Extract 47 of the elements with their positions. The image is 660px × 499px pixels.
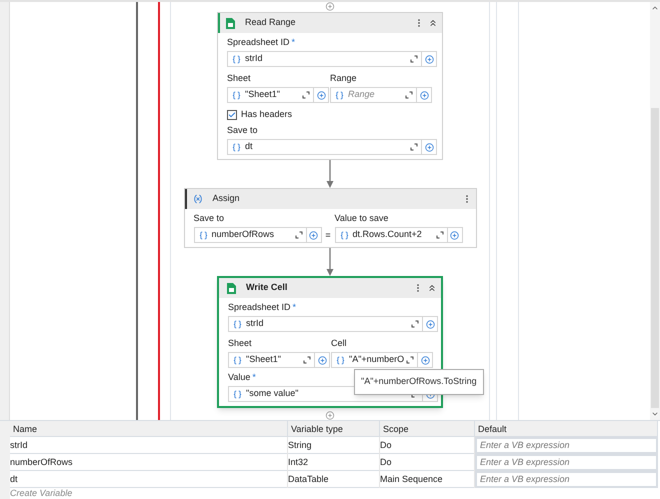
table-cell: strId: [10, 437, 288, 454]
field-label: Sheet: [227, 72, 251, 86]
default-input[interactable]: Enter a VB expression: [475, 454, 658, 471]
create-variable-link[interactable]: Create Variable: [10, 488, 658, 498]
variable-icon: [192, 194, 202, 204]
scroll-down-icon[interactable]: [651, 410, 659, 418]
add-activity-icon[interactable]: [325, 411, 335, 420]
field-label: Cell: [331, 337, 347, 350]
column-header[interactable]: Variable type: [288, 421, 380, 437]
table-cell: DataTable: [288, 471, 380, 488]
collapse-icon[interactable]: [427, 283, 437, 293]
table-cell: numberOfRows: [10, 454, 288, 471]
equals-sign: =: [324, 229, 332, 242]
column-header[interactable]: Scope: [380, 421, 475, 437]
activity-header[interactable]: Read Range: [218, 13, 442, 33]
activity-title: Assign: [212, 192, 240, 206]
field-label: Value to save: [334, 212, 388, 226]
table-cell: Int32: [288, 454, 380, 471]
spreadsheet-icon: [226, 18, 235, 28]
field-label: Value: [228, 371, 250, 384]
column-header[interactable]: Name: [10, 421, 288, 437]
field-label: Sheet: [228, 337, 252, 350]
field-label: Save to: [227, 124, 258, 138]
connector-arrow: [326, 160, 334, 188]
scroll-up-icon[interactable]: [651, 4, 659, 12]
spreadsheet-icon: [227, 282, 236, 294]
activity-header[interactable]: Write Cell: [219, 278, 441, 298]
required-mark: *: [292, 36, 296, 50]
default-input[interactable]: Enter a VB expression: [475, 471, 658, 488]
activity-title: Write Cell: [246, 281, 288, 294]
tooltip: "A"+numberOfRows.ToString: [354, 369, 484, 394]
activity-title: Read Range: [245, 16, 296, 30]
required-mark: *: [252, 371, 256, 384]
table-cell: String: [288, 437, 380, 454]
field-label: Save to: [194, 212, 224, 226]
activity-header[interactable]: Assign: [184, 189, 476, 209]
checkbox[interactable]: [227, 110, 237, 120]
table-cell: dt: [10, 471, 288, 488]
required-mark: *: [292, 301, 296, 314]
field-label: Spreadsheet ID: [227, 36, 290, 50]
collapse-icon[interactable]: [428, 18, 438, 28]
checkbox-label: Has headers: [241, 108, 292, 122]
field-label: Spreadsheet ID: [228, 301, 291, 314]
field-label: Range: [330, 72, 357, 86]
connector-arrow: [326, 248, 334, 276]
add-activity-icon[interactable]: [325, 2, 335, 11]
default-input[interactable]: Enter a VB expression: [475, 437, 658, 454]
